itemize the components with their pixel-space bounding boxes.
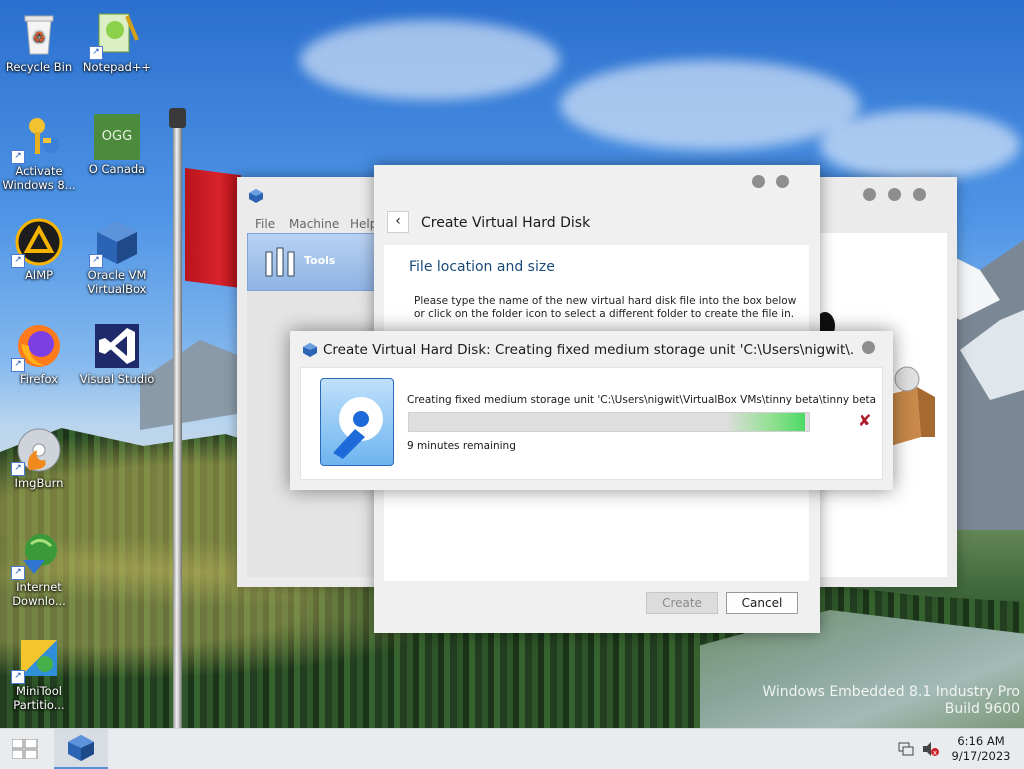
desktop-icon-label: Notepad++ — [82, 60, 152, 74]
tools-label: Tools — [304, 254, 336, 267]
recycle-bin-icon: ♻ — [15, 10, 63, 58]
ogg-file-icon: OGG — [94, 114, 140, 160]
taskbar-virtualbox-button[interactable] — [54, 729, 108, 769]
shortcut-arrow-icon: ↗ — [89, 254, 103, 268]
windows-logo-icon — [12, 739, 38, 759]
clock-date: 9/17/2023 — [951, 749, 1011, 763]
progress-body: Creating fixed medium storage unit 'C:\U… — [300, 367, 883, 480]
firefox-icon: ↗ — [11, 322, 63, 372]
desktop-icon-label: Activate Windows 8... — [2, 164, 76, 192]
hard-disk-icon — [320, 378, 394, 466]
start-button[interactable] — [0, 729, 52, 769]
flag-pole-cap — [169, 108, 186, 128]
shortcut-arrow-icon: ↗ — [11, 566, 25, 580]
virtualbox-icon — [68, 735, 94, 761]
desktop-icon-internet-download-manager[interactable]: ↗ Internet Downlo... — [1, 530, 77, 608]
section-title: File location and size — [409, 259, 555, 275]
progress-bar-fill — [409, 413, 805, 431]
desktop-icon-imgburn[interactable]: ↗ ImgBurn — [1, 426, 77, 490]
virtualbox-icon: ↗ — [89, 218, 141, 268]
key-shield-icon: ↗ — [11, 114, 63, 164]
desktop-icon-label: Recycle Bin — [5, 60, 73, 74]
window-control-maximize[interactable] — [888, 188, 901, 201]
watermark-line1: Windows Embedded 8.1 Industry Pro — [762, 684, 1020, 700]
desktop-icon-virtualbox[interactable]: ↗ Oracle VM VirtualBox — [79, 218, 155, 296]
desktop-icon-recycle-bin[interactable]: ♻ Recycle Bin — [1, 10, 77, 74]
minitool-partition-icon: ↗ — [11, 634, 63, 684]
time-remaining: 9 minutes remaining — [407, 440, 516, 452]
progress-dialog-title: Create Virtual Hard Disk: Creating fixed… — [323, 342, 853, 358]
window-control-close[interactable] — [776, 175, 789, 188]
network-icon[interactable] — [898, 741, 914, 757]
desktop-icon-visual-studio[interactable]: Visual Studio — [79, 322, 155, 386]
cancel-operation-icon[interactable]: ✘ — [858, 411, 871, 430]
tools-icon — [265, 247, 295, 277]
desktop-icon-label: Internet Downlo... — [12, 580, 66, 608]
desktop-icon-notepadpp[interactable]: ↗ Notepad++ — [79, 10, 155, 74]
desktop-icon-label: Firefox — [19, 372, 59, 386]
flag — [185, 168, 241, 288]
download-globe-icon: ↗ — [11, 530, 63, 580]
imgburn-disc-icon: ↗ — [11, 426, 63, 476]
desktop-icon-label: ImgBurn — [14, 476, 64, 490]
clock[interactable]: 6:16 AM 9/17/2023 — [946, 734, 1016, 764]
window-control-close[interactable] — [913, 188, 926, 201]
desktop-icon-label: Visual Studio — [79, 372, 155, 386]
desktop-icon-activate-windows[interactable]: ↗ Activate Windows 8... — [1, 114, 77, 192]
flag-pole — [173, 108, 182, 728]
desktop-icon-minitool[interactable]: ↗ MiniTool Partitio... — [1, 634, 77, 712]
os-watermark: Windows Embedded 8.1 Industry Pro Build … — [700, 684, 1020, 718]
virtualbox-small-icon — [303, 343, 317, 357]
shortcut-arrow-icon: ↗ — [11, 670, 25, 684]
ogg-badge-text: OGG — [101, 129, 133, 144]
chevron-left-icon: ‹ — [395, 213, 401, 229]
cloud — [820, 110, 1020, 180]
aimp-icon: ↗ — [11, 218, 63, 268]
progress-message: Creating fixed medium storage unit 'C:\U… — [407, 394, 877, 406]
desktop-icon-label: AIMP — [24, 268, 54, 282]
clock-time: 6:16 AM — [957, 734, 1005, 748]
desktop-icon-label: O Canada — [88, 162, 146, 176]
desktop-icon-o-canada[interactable]: OGG O Canada — [79, 114, 155, 176]
progress-bar — [408, 412, 810, 432]
desktop-icon-label: MiniTool Partitio... — [13, 684, 65, 712]
menu-machine[interactable]: Machine — [289, 217, 339, 231]
svg-text:♻: ♻ — [33, 30, 46, 46]
shortcut-arrow-icon: ↗ — [11, 254, 25, 268]
progress-dialog: Create Virtual Hard Disk: Creating fixed… — [290, 331, 893, 490]
section-description: Please type the name of the new virtual … — [414, 295, 797, 320]
shortcut-arrow-icon: ↗ — [11, 150, 25, 164]
window-control-minimize[interactable] — [752, 175, 765, 188]
shortcut-arrow-icon: ↗ — [11, 358, 25, 372]
notepadpp-icon: ↗ — [89, 10, 141, 60]
menu-file[interactable]: File — [255, 217, 275, 231]
create-button[interactable]: Create — [646, 592, 718, 614]
cloud — [560, 60, 860, 150]
volume-muted-icon[interactable]: x — [922, 741, 940, 757]
desktop-icon-firefox[interactable]: ↗ Firefox — [1, 322, 77, 386]
shortcut-arrow-icon: ↗ — [89, 46, 103, 60]
desktop-icon-label: Oracle VM VirtualBox — [87, 268, 147, 296]
desktop-icon-aimp[interactable]: ↗ AIMP — [1, 218, 77, 282]
window-control-close[interactable] — [862, 341, 875, 354]
visual-studio-icon — [93, 322, 141, 370]
tools-item[interactable]: Tools — [247, 233, 377, 291]
svg-text:x: x — [933, 749, 937, 757]
virtualbox-small-icon — [249, 189, 263, 203]
back-button[interactable]: ‹ — [387, 211, 409, 233]
window-control-minimize[interactable] — [863, 188, 876, 201]
shortcut-arrow-icon: ↗ — [11, 462, 25, 476]
wizard-footer: Create Cancel — [374, 581, 820, 633]
cancel-button[interactable]: Cancel — [726, 592, 798, 614]
watermark-line2: Build 9600 — [944, 701, 1020, 717]
taskbar: x 6:16 AM 9/17/2023 — [0, 728, 1024, 769]
cloud — [300, 20, 560, 100]
wizard-title: Create Virtual Hard Disk — [421, 215, 591, 231]
